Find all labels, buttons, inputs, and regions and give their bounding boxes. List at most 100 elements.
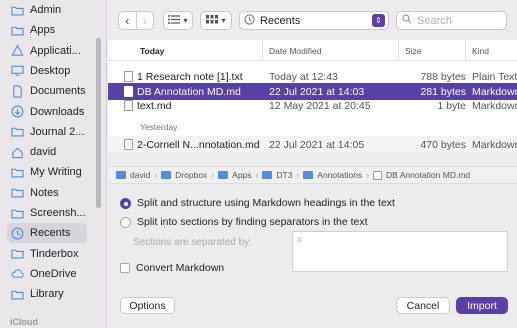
sidebar-item-tinderbox[interactable]: Tinderbox: [7, 244, 87, 264]
sidebar-item-library[interactable]: Library: [7, 284, 87, 304]
file-row[interactable]: 2-Cornell N...nnotation.md 22 Jul 2021 a…: [108, 136, 517, 152]
folder-icon: [11, 125, 24, 138]
sidebar-item-notes[interactable]: Notes: [7, 183, 87, 203]
separator-label: Sections are separated by:: [133, 237, 252, 248]
file-row[interactable]: text.md 12 May 2021 at 20:45 1 byte Mark…: [108, 97, 517, 114]
import-button[interactable]: Import: [456, 297, 508, 314]
sidebar-item-applicati[interactable]: Applicati...: [7, 41, 87, 61]
options-button[interactable]: Options: [120, 297, 175, 314]
file-kind: Markdown: [472, 99, 517, 112]
toolbar: ‹ › ▾ ▾ Recents ⇕ Search: [108, 9, 517, 33]
path-segment[interactable]: david: [130, 170, 150, 180]
grid-view-button[interactable]: ▾: [200, 11, 232, 30]
folder-icon: [116, 171, 126, 179]
radio-split-separators[interactable]: Split into sections by finding separator…: [120, 216, 368, 228]
file-name: 1 Research note [1].txt: [137, 70, 243, 83]
search-icon: [402, 14, 412, 27]
file-list-header: Today Date Modified Size Kind: [108, 40, 517, 61]
sidebar-item-label: Notes: [30, 186, 59, 199]
file-date: 22 Jul 2021 at 14:05: [269, 138, 365, 151]
desktop-icon: [11, 64, 24, 77]
path-segment[interactable]: DT3: [276, 170, 292, 180]
search-placeholder: Search: [417, 14, 452, 27]
cancel-button[interactable]: Cancel: [396, 297, 450, 314]
folder-icon: [11, 4, 24, 17]
folder-icon: [11, 24, 24, 37]
column-kind[interactable]: Kind: [465, 40, 517, 61]
sidebar-item-screensh[interactable]: Screensh...: [7, 203, 87, 223]
sidebar-item-label: david: [30, 146, 57, 159]
sidebar-item-apps[interactable]: Apps: [7, 20, 87, 40]
sidebar-item-admin[interactable]: Admin: [7, 0, 87, 20]
folder-icon: [11, 207, 24, 220]
cloud-icon: [11, 267, 24, 280]
markdown-file-icon: [124, 139, 133, 150]
sidebar-item-label: Recents: [30, 227, 71, 240]
path-segment[interactable]: Annotations: [317, 170, 362, 180]
sidebar-scrollbar[interactable]: [96, 38, 101, 208]
file-name: 2-Cornell N...nnotation.md: [137, 138, 260, 151]
file-kind: Markdown: [472, 138, 517, 151]
path-separator-icon: ›: [154, 170, 158, 180]
column-size[interactable]: Size: [398, 40, 465, 61]
file-size: 470 bytes: [420, 138, 466, 151]
sidebar-item-downloads[interactable]: Downloads: [7, 102, 87, 122]
nav-back-forward: ‹ ›: [118, 11, 154, 30]
sidebar-item-onedrive[interactable]: OneDrive: [7, 264, 87, 284]
radio-button[interactable]: [120, 216, 131, 228]
grid-view-icon: [206, 15, 219, 26]
sidebar-item-documents[interactable]: Documents: [7, 81, 87, 101]
folder-icon: [303, 171, 314, 179]
clock-icon: [244, 13, 255, 28]
file-list: Today Date Modified Size Kind 1 Research…: [108, 40, 517, 152]
folder-icon: [262, 171, 273, 179]
folder-icon: [11, 166, 24, 179]
chevron-down-icon: ▾: [221, 16, 226, 25]
document-icon: [11, 85, 24, 98]
sidebar-item-my-writing[interactable]: My Writing: [7, 162, 87, 182]
sidebar-section-icloud: iCloud: [10, 317, 38, 327]
sidebar-item-label: Downloads: [30, 105, 85, 118]
sidebar-item-label: Desktop: [30, 64, 71, 77]
path-segment[interactable]: Dropbox: [175, 170, 207, 180]
folder-icon: [11, 247, 24, 260]
column-name[interactable]: Today: [134, 40, 264, 61]
sidebar-item-label: Documents: [30, 85, 86, 98]
sidebar-item-label: My Writing: [30, 166, 82, 179]
folder-icon: [218, 171, 229, 179]
folder-icon: [11, 288, 24, 301]
path-separator-icon: ›: [296, 170, 300, 180]
convert-markdown-option[interactable]: Convert Markdown: [120, 262, 224, 274]
list-view-button[interactable]: ▾: [163, 11, 193, 30]
file-name: DB Annotation MD.md: [137, 85, 241, 98]
sidebar-item-david[interactable]: david: [7, 142, 87, 162]
file-date: 12 May 2021 at 20:45: [269, 99, 371, 112]
sidebar: iCloud Admin Apps Applicati... Desktop Docum…: [0, 0, 107, 328]
back-button[interactable]: ‹: [119, 12, 136, 29]
path-segment[interactable]: Apps: [232, 170, 251, 180]
folder-icon: [161, 171, 172, 179]
radio-split-headings[interactable]: Split and structure using Markdown headi…: [120, 197, 395, 209]
file-name: text.md: [137, 99, 172, 112]
sidebar-item-label: Screensh...: [30, 207, 86, 219]
sidebar-item-label: Tinderbox: [30, 247, 79, 260]
convert-markdown-checkbox[interactable]: [120, 263, 130, 273]
separator-field[interactable]: #: [292, 231, 508, 272]
folder-icon: [11, 186, 24, 199]
markdown-file-icon: [124, 100, 133, 111]
sidebar-item-desktop[interactable]: Desktop: [7, 61, 87, 81]
sidebar-item-label: Journal 2...: [30, 125, 85, 138]
sidebar-item-label: OneDrive: [30, 267, 77, 280]
sidebar-item-journal-2[interactable]: Journal 2...: [7, 122, 87, 142]
path-separator-icon: ›: [255, 170, 259, 180]
chevron-down-icon: ▾: [183, 16, 188, 25]
radio-button-selected[interactable]: [120, 197, 131, 209]
location-select[interactable]: Recents ⇕: [239, 11, 389, 30]
forward-button[interactable]: ›: [135, 12, 154, 29]
sidebar-item-recents[interactable]: Recents: [7, 223, 87, 244]
sidebar-item-label: Library: [30, 288, 64, 301]
column-date-modified[interactable]: Date Modified: [262, 40, 399, 61]
file-icon: [373, 170, 383, 180]
path-segment[interactable]: DB Annotation MD.md: [386, 170, 470, 180]
search-field[interactable]: Search: [396, 11, 507, 30]
